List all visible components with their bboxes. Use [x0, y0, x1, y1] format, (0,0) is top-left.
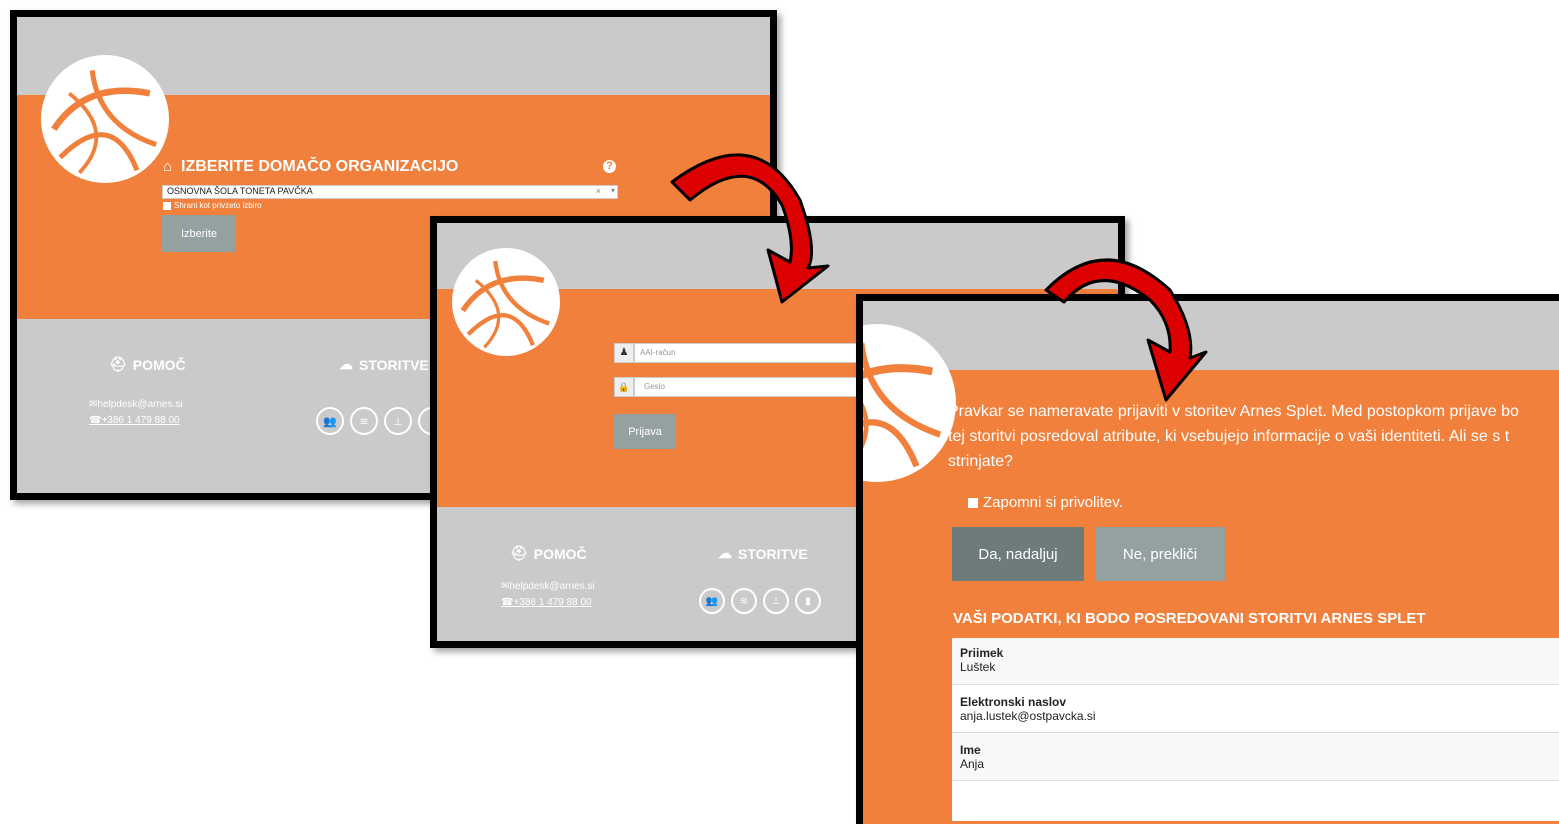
help-section-title: ⛑ POMOČ: [109, 356, 186, 373]
lock-icon: 🔒: [614, 377, 634, 397]
helpdesk-phone-link[interactable]: ☎+386 1 479 88 00: [89, 415, 180, 426]
attribute-label: Priimek: [960, 646, 1004, 660]
bookmark-icon[interactable]: ▮: [795, 588, 821, 614]
wifi-icon[interactable]: ≋: [731, 588, 757, 614]
consent-line-1: Pravkar se nameravate prijaviti v storit…: [948, 403, 1519, 420]
home-icon: ⌂: [163, 158, 173, 175]
attribute-row: Priimek Luštek: [952, 638, 1559, 685]
wifi-icon[interactable]: ≋: [350, 407, 378, 435]
attribute-value: Anja: [960, 757, 985, 771]
attributes-heading: VAŠI PODATKI, KI BODO POSREDOVANI STORIT…: [953, 610, 1426, 627]
helpdesk-phone-link[interactable]: ☎+386 1 479 88 00: [501, 597, 592, 608]
remember-consent-label: Zapomni si privolitev.: [983, 494, 1123, 511]
attribute-value: Luštek: [960, 660, 996, 674]
users-icon[interactable]: 👥: [316, 407, 344, 435]
username-input[interactable]: AAI-račun: [634, 343, 874, 363]
remember-consent-checkbox[interactable]: [968, 498, 978, 508]
help-icon[interactable]: ?: [603, 160, 616, 173]
attribute-label: Ime: [960, 743, 981, 757]
login-button[interactable]: Prijava: [614, 414, 676, 449]
ambulance-icon: ⛑: [510, 545, 528, 561]
services-title: STORITVE: [738, 545, 808, 562]
cloud-icon: ☁: [339, 356, 353, 372]
no-cancel-button[interactable]: Ne, prekliči: [1095, 527, 1225, 581]
sitemap-icon[interactable]: ⊥: [763, 588, 789, 614]
user-icon: ♟: [614, 343, 634, 363]
services-title: STORITVE: [359, 356, 429, 373]
remember-label: Shrani kot privzeto izbiro: [174, 201, 262, 210]
attribute-value: anja.lustek@ostpavcka.si: [960, 709, 1096, 723]
help-title: POMOČ: [132, 356, 186, 373]
org-select-value: OSNOVNA ŠOLA TONETA PAVČKA: [167, 186, 313, 196]
services-section-title: ☁ STORITVE: [339, 356, 429, 373]
email-text: helpdesk@arnes.si: [97, 399, 183, 410]
ambulance-icon: ⛑: [109, 356, 127, 372]
sitemap-icon[interactable]: ⊥: [384, 407, 412, 435]
yes-continue-button[interactable]: Da, nadaljuj: [952, 527, 1084, 581]
consent-line-2: tej storitvi posredoval atribute, ki vse…: [948, 428, 1510, 445]
email-text: helpdesk@arnes.si: [509, 581, 595, 592]
attributes-table: Priimek Luštek Elektronski naslov anja.l…: [952, 638, 1559, 821]
screenshot-consent: Pravkar se nameravate prijaviti v storit…: [856, 294, 1559, 824]
password-placeholder: Geslo: [644, 382, 665, 391]
arnes-logo: [41, 55, 169, 183]
password-input[interactable]: Geslo: [634, 377, 874, 397]
attribute-label: Elektronski naslov: [960, 695, 1067, 709]
helpdesk-email-link[interactable]: ✉helpdesk@arnes.si: [89, 399, 183, 410]
cloud-icon: ☁: [718, 545, 732, 561]
help-section-title: ⛑ POMOČ: [510, 545, 587, 562]
arnes-logo: [452, 248, 560, 356]
consent-text: Pravkar se nameravate prijaviti v storit…: [948, 399, 1519, 474]
users-icon[interactable]: 👥: [699, 588, 725, 614]
attribute-row: [952, 781, 1559, 821]
phone-text: +386 1 479 88 00: [101, 415, 180, 426]
select-button[interactable]: Izberite: [162, 215, 236, 252]
services-section-title: ☁ STORITVE: [718, 545, 808, 562]
phone-text: +386 1 479 88 00: [513, 597, 592, 608]
helpdesk-email-link[interactable]: ✉helpdesk@arnes.si: [501, 581, 595, 592]
username-placeholder: AAI-račun: [640, 348, 676, 357]
org-select[interactable]: OSNOVNA ŠOLA TONETA PAVČKA × ▾: [162, 185, 618, 199]
attribute-row: Elektronski naslov anja.lustek@ostpavcka…: [952, 685, 1559, 733]
org-heading: IZBERITE DOMAČO ORGANIZACIJO: [181, 158, 459, 175]
help-title: POMOČ: [533, 545, 587, 562]
clear-icon[interactable]: ×: [596, 186, 601, 196]
remember-checkbox[interactable]: [163, 202, 171, 210]
consent-line-3: strinjate?: [948, 453, 1013, 470]
attribute-row: Ime Anja: [952, 733, 1559, 781]
chevron-down-icon[interactable]: ▾: [611, 186, 615, 195]
